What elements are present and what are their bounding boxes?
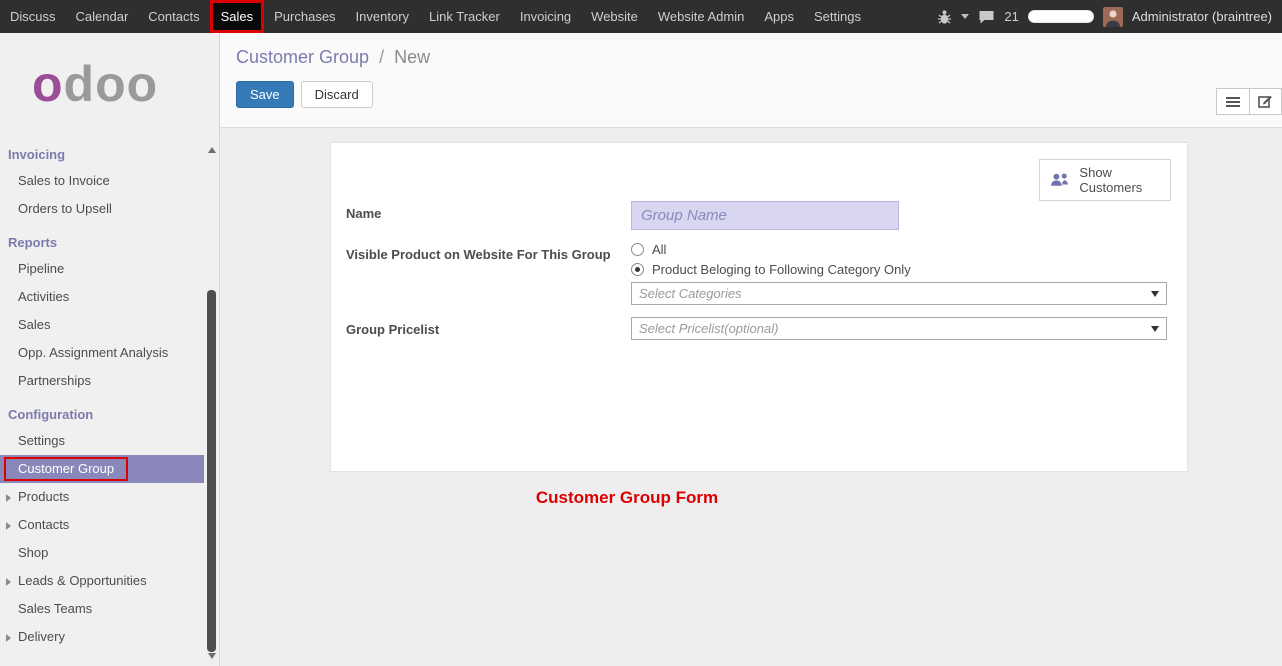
nav-calendar[interactable]: Calendar (66, 0, 139, 33)
chat-icon[interactable] (978, 10, 995, 24)
scroll-down-icon[interactable] (208, 653, 216, 663)
radio-category-label: Product Beloging to Following Category O… (652, 262, 911, 277)
people-icon (1049, 170, 1070, 190)
nav-sales[interactable]: Sales (210, 0, 265, 33)
sidebar-item-settings[interactable]: Settings (0, 427, 219, 455)
customer-group-form: Show Customers Name Visible Product on W… (330, 142, 1188, 472)
top-menu-bar: Discuss Calendar Contacts Sales Purchase… (0, 0, 871, 33)
sidebar-item-delivery[interactable]: Delivery (0, 623, 219, 651)
discard-button[interactable]: Discard (301, 81, 373, 108)
scroll-up-icon[interactable] (208, 143, 216, 153)
caret-right-icon (6, 634, 15, 642)
name-label: Name (346, 201, 631, 230)
nav-purchases[interactable]: Purchases (264, 0, 345, 33)
bug-icon[interactable] (937, 9, 952, 25)
top-navbar: Discuss Calendar Contacts Sales Purchase… (0, 0, 1282, 33)
control-panel: Customer Group / New Save Discard (220, 33, 1282, 128)
sidebar-item-opp-assignment-analysis[interactable]: Opp. Assignment Analysis (0, 339, 219, 367)
sidebar-item-customer-group[interactable]: Customer Group (0, 455, 204, 483)
pricelist-select-placeholder: Select Pricelist(optional) (639, 321, 778, 336)
chevron-down-icon[interactable] (961, 14, 969, 23)
topbar-right: 21 Administrator (braintree) (937, 0, 1282, 33)
sidebar-item-activities[interactable]: Activities (0, 283, 219, 311)
message-count-badge[interactable]: 21 (1004, 9, 1018, 24)
sidebar-item-products[interactable]: Products (0, 483, 219, 511)
sidebar-item-orders-to-upsell[interactable]: Orders to Upsell (0, 195, 219, 223)
sidebar-item-contacts[interactable]: Contacts (0, 511, 219, 539)
sidebar-item-label: Leads & Opportunities (18, 573, 147, 588)
nav-apps[interactable]: Apps (754, 0, 804, 33)
pricelist-select[interactable]: Select Pricelist(optional) (631, 317, 1167, 340)
odoo-logo[interactable]: odoo (0, 33, 219, 135)
sidebar-menu: Invoicing Sales to Invoice Orders to Ups… (0, 135, 219, 651)
annotation-highlight-box: Customer Group (4, 457, 128, 481)
nav-settings[interactable]: Settings (804, 0, 871, 33)
sidebar-item-label: Products (18, 489, 69, 504)
radio-all[interactable]: All (631, 242, 1167, 257)
radio-all-icon[interactable] (631, 243, 644, 256)
sidebar-item-shop[interactable]: Shop (0, 539, 219, 567)
sidebar-item-sales-teams[interactable]: Sales Teams (0, 595, 219, 623)
main-content: Customer Group / New Save Discard (220, 33, 1282, 666)
nav-website[interactable]: Website (581, 0, 648, 33)
caret-right-icon (6, 578, 15, 586)
content-body: Show Customers Name Visible Product on W… (220, 128, 1282, 666)
breadcrumb: Customer Group / New (236, 47, 1282, 68)
show-customers-button[interactable]: Show Customers (1039, 159, 1171, 201)
section-reports: Reports (0, 223, 219, 255)
view-switcher (1216, 88, 1282, 115)
list-view-icon (1226, 97, 1240, 99)
sidebar-item-label: Delivery (18, 629, 65, 644)
nav-link-tracker[interactable]: Link Tracker (419, 0, 510, 33)
nav-website-admin[interactable]: Website Admin (648, 0, 754, 33)
visible-product-label: Visible Product on Website For This Grou… (346, 242, 631, 305)
radio-all-label: All (652, 242, 666, 257)
form-edit-icon (1258, 94, 1273, 109)
radio-category[interactable]: Product Beloging to Following Category O… (631, 262, 1167, 277)
breadcrumb-separator: / (374, 47, 389, 67)
nav-invoicing[interactable]: Invoicing (510, 0, 581, 33)
progress-pill[interactable] (1028, 10, 1094, 23)
sidebar: odoo Invoicing Sales to Invoice Orders t… (0, 33, 220, 666)
user-avatar[interactable] (1103, 7, 1123, 27)
breadcrumb-customer-group[interactable]: Customer Group (236, 47, 369, 67)
save-button[interactable]: Save (236, 81, 294, 108)
caret-right-icon (6, 494, 15, 502)
sidebar-item-leads-opportunities[interactable]: Leads & Opportunities (0, 567, 219, 595)
categories-select[interactable]: Select Categories (631, 282, 1167, 305)
sidebar-item-label: Contacts (18, 517, 69, 532)
categories-select-placeholder: Select Categories (639, 286, 742, 301)
radio-category-icon[interactable] (631, 263, 644, 276)
odoo-logo-letter: o (32, 56, 64, 112)
sidebar-item-sales[interactable]: Sales (0, 311, 219, 339)
breadcrumb-current: New (394, 47, 430, 67)
sidebar-item-partnerships[interactable]: Partnerships (0, 367, 219, 395)
nav-discuss[interactable]: Discuss (0, 0, 66, 33)
annotation-caption: Customer Group Form (220, 488, 1034, 508)
sidebar-scrollbar[interactable] (206, 140, 218, 666)
form-fields: Name Visible Product on Website For This… (346, 201, 1167, 340)
sidebar-item-pipeline[interactable]: Pipeline (0, 255, 219, 283)
group-pricelist-label: Group Pricelist (346, 317, 631, 340)
sidebar-item-sales-to-invoice[interactable]: Sales to Invoice (0, 167, 219, 195)
show-customers-label: Show Customers (1079, 165, 1161, 195)
group-name-input[interactable] (631, 201, 899, 230)
form-view-button[interactable] (1249, 88, 1282, 115)
section-configuration: Configuration (0, 395, 219, 427)
caret-right-icon (6, 522, 15, 530)
nav-inventory[interactable]: Inventory (346, 0, 419, 33)
form-action-buttons: Save Discard (236, 81, 1282, 108)
odoo-app: Discuss Calendar Contacts Sales Purchase… (0, 0, 1282, 666)
list-view-button[interactable] (1216, 88, 1249, 115)
odoo-logo-rest: doo (64, 56, 159, 112)
nav-contacts[interactable]: Contacts (138, 0, 209, 33)
user-menu[interactable]: Administrator (braintree) (1132, 9, 1272, 24)
section-invoicing: Invoicing (0, 135, 219, 167)
scrollbar-thumb[interactable] (207, 290, 216, 652)
